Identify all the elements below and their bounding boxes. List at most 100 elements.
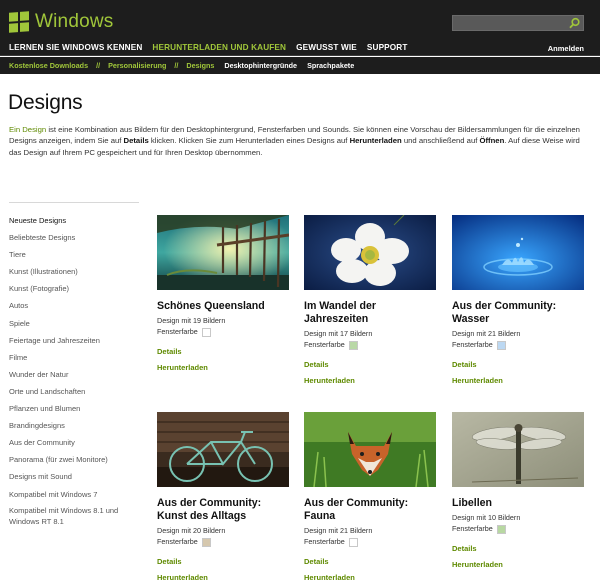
- sidebar-item-panorama[interactable]: Panorama (für zwei Monitore): [9, 455, 139, 472]
- theme-image-count: Design mit 21 Bildern: [304, 526, 373, 535]
- window-color-label: Fensterfarbe: [452, 340, 493, 349]
- sidebar-item-plants[interactable]: Pflanzen und Blumen: [9, 404, 139, 421]
- download-link[interactable]: Herunterladen: [452, 560, 584, 569]
- color-swatch: [496, 524, 506, 534]
- theme-window-color: Fensterfarbe: [157, 327, 289, 337]
- white-flower-image[interactable]: [304, 215, 436, 290]
- theme-title: Aus der Community: Wasser: [452, 300, 557, 325]
- windows-logo[interactable]: Windows: [9, 11, 113, 33]
- theme-window-color: Fensterfarbe: [304, 340, 436, 350]
- theme-window-color: Fensterfarbe: [304, 537, 436, 547]
- nav-download-buy[interactable]: HERUNTERLADEN UND KAUFEN: [152, 43, 286, 52]
- sidebar-item-movies[interactable]: Filme: [9, 353, 139, 370]
- theme-title: Libellen: [452, 497, 493, 509]
- theme-card: Im Wandel der Jahreszeiten Design mit 17…: [304, 215, 436, 385]
- color-swatch: [201, 327, 211, 337]
- details-link[interactable]: Details: [157, 557, 289, 566]
- theme-card: Aus der Community: Fauna Design mit 21 B…: [304, 412, 436, 582]
- window-color-label: Fensterfarbe: [304, 537, 345, 546]
- design-link[interactable]: Ein Design: [9, 125, 46, 134]
- search-icon[interactable]: [568, 17, 581, 30]
- intro-text: Ein Design ist eine Kombination aus Bild…: [9, 124, 585, 158]
- window-color-label: Fensterfarbe: [452, 524, 493, 533]
- subnav-language-packs[interactable]: Sprachpakete: [307, 61, 354, 70]
- intro-bold-open: Öffnen: [479, 136, 505, 146]
- search-box: [452, 15, 584, 33]
- sidebar-item-sound[interactable]: Designs mit Sound: [9, 472, 139, 489]
- intro-part: und anschließend auf: [401, 136, 480, 146]
- subnav-desktop-backgrounds[interactable]: Desktophintergründe: [224, 61, 297, 70]
- breadcrumb-free-downloads[interactable]: Kostenlose Downloads: [9, 61, 88, 70]
- dragonfly-image[interactable]: [452, 412, 584, 487]
- sidebar-item-community[interactable]: Aus der Community: [9, 438, 139, 455]
- theme-title: Aus der Community: Kunst des Alltags: [157, 497, 262, 522]
- breadcrumb: Kostenlose Downloads // Personalisierung…: [0, 57, 600, 74]
- breadcrumb-designs[interactable]: Designs: [186, 61, 214, 70]
- breadcrumb-separator: //: [96, 61, 101, 70]
- nav-support[interactable]: SUPPORT: [367, 43, 408, 52]
- sidebar-item-popular[interactable]: Beliebteste Designs: [9, 233, 139, 250]
- theme-window-color: Fensterfarbe: [452, 524, 584, 534]
- main-nav: LERNEN SIE WINDOWS KENNEN HERUNTERLADEN …: [9, 43, 418, 52]
- window-color-label: Fensterfarbe: [304, 340, 345, 349]
- details-link[interactable]: Details: [304, 557, 436, 566]
- theme-image-count: Design mit 21 Bildern: [452, 329, 521, 338]
- details-link[interactable]: Details: [304, 360, 436, 369]
- sidebar-item-newest[interactable]: Neueste Designs: [9, 216, 139, 233]
- sidebar-item-games[interactable]: Spiele: [9, 319, 139, 336]
- water-splash-image[interactable]: [452, 215, 584, 290]
- search-input[interactable]: [453, 19, 565, 33]
- intro-bold-download: Herunterladen: [349, 136, 402, 146]
- sidebar-item-art-photo[interactable]: Kunst (Fotografie): [9, 284, 139, 301]
- theme-window-color: Fensterfarbe: [157, 537, 289, 547]
- top-header: Windows LERNEN SIE WINDOWS KENNEN HERUNT…: [0, 0, 600, 56]
- theme-title: Aus der Community: Fauna: [304, 497, 409, 522]
- details-link[interactable]: Details: [452, 360, 584, 369]
- fox-image[interactable]: [304, 412, 436, 487]
- windows-flag-icon: [9, 11, 29, 33]
- color-swatch: [201, 537, 211, 547]
- download-link[interactable]: Herunterladen: [304, 573, 436, 582]
- theme-image-count: Design mit 19 Bildern: [157, 316, 226, 325]
- nav-learn[interactable]: LERNEN SIE WINDOWS KENNEN: [9, 43, 142, 52]
- intro-bold-details: Details: [123, 136, 149, 146]
- download-link[interactable]: Herunterladen: [157, 573, 289, 582]
- page-title: Designs: [8, 91, 83, 114]
- sidebar-item-branding[interactable]: Brandingdesigns: [9, 421, 139, 438]
- color-swatch: [348, 340, 358, 350]
- breadcrumb-separator: //: [174, 61, 179, 70]
- theme-image-count: Design mit 20 Bildern: [157, 526, 226, 535]
- sidebar-item-nature[interactable]: Wunder der Natur: [9, 370, 139, 387]
- color-swatch: [348, 537, 358, 547]
- breadcrumb-personalization[interactable]: Personalisierung: [108, 61, 166, 70]
- sidebar-item-art-illustration[interactable]: Kunst (Illustrationen): [9, 267, 139, 284]
- theme-image-count: Design mit 17 Bildern: [304, 329, 373, 338]
- theme-image-count: Design mit 10 Bildern: [452, 513, 521, 522]
- theme-card: Libellen Design mit 10 Bildern Fensterfa…: [452, 412, 584, 569]
- nav-how-to[interactable]: GEWUSST WIE: [296, 43, 357, 52]
- color-swatch: [496, 340, 506, 350]
- download-link[interactable]: Herunterladen: [157, 363, 289, 372]
- theme-title: Im Wandel der Jahreszeiten: [304, 300, 377, 325]
- window-color-label: Fensterfarbe: [157, 327, 198, 336]
- sidebar-item-windows81[interactable]: Kompatibel mit Windows 8.1 und Windows R…: [9, 505, 139, 527]
- theme-card: Schönes Queensland Design mit 19 Bildern…: [157, 215, 289, 372]
- signin-link[interactable]: Anmelden: [548, 44, 584, 53]
- download-link[interactable]: Herunterladen: [452, 376, 584, 385]
- sidebar-item-holidays[interactable]: Feiertage und Jahreszeiten: [9, 336, 139, 353]
- sidebar-item-animals[interactable]: Tiere: [9, 250, 139, 267]
- sidebar-item-places[interactable]: Orte und Landschaften: [9, 387, 139, 404]
- intro-part: klicken. Klicken Sie zum Herunterladen e…: [148, 136, 350, 146]
- brand-name: Windows: [35, 11, 114, 32]
- details-link[interactable]: Details: [157, 347, 289, 356]
- details-link[interactable]: Details: [452, 544, 584, 553]
- theme-title: Schönes Queensland: [157, 300, 265, 312]
- window-color-label: Fensterfarbe: [157, 537, 198, 546]
- bicycle-image[interactable]: [157, 412, 289, 487]
- sidebar-item-cars[interactable]: Autos: [9, 301, 139, 318]
- section-divider: [9, 202, 139, 203]
- category-sidebar: Neueste Designs Beliebteste Designs Tier…: [9, 216, 139, 527]
- lake-jetty-image[interactable]: [157, 215, 289, 290]
- theme-window-color: Fensterfarbe: [452, 340, 584, 350]
- download-link[interactable]: Herunterladen: [304, 376, 436, 385]
